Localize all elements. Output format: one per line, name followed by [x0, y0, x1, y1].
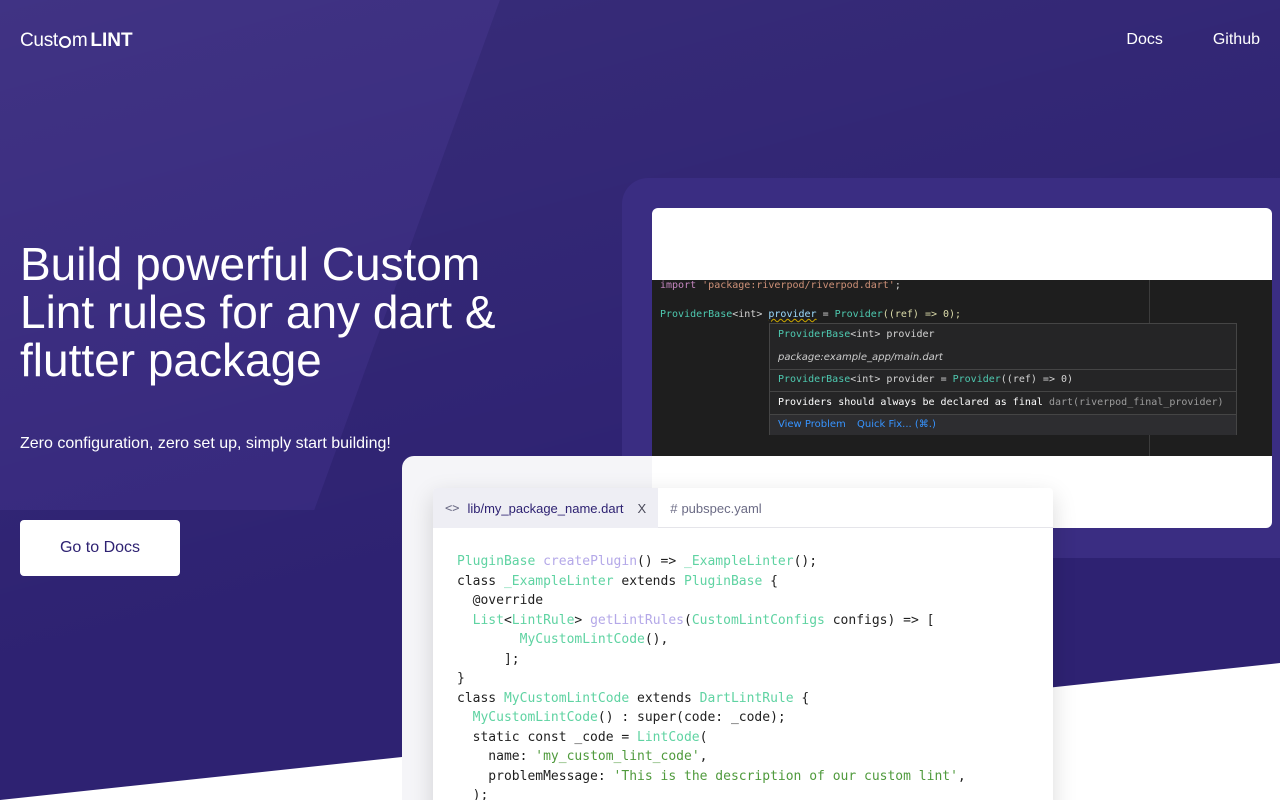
code-line: List<LintRule> getLintRules(CustomLintCo…: [472, 612, 935, 628]
code-line: );: [457, 788, 489, 800]
logo-m-text: m: [71, 30, 88, 51]
ide-screenshot: import 'package:riverpod/riverpod.dart';…: [652, 280, 1272, 456]
code-line: problemMessage: 'This is the description…: [457, 768, 966, 784]
go-to-docs-button[interactable]: Go to Docs: [20, 520, 180, 576]
ide-hover-popup: ProviderBase<int> provider package:examp…: [769, 323, 1237, 435]
nav-docs-link[interactable]: Docs: [1126, 31, 1162, 49]
code-line: MyCustomLintCode() : super(code: _code);: [472, 710, 786, 725]
close-icon[interactable]: X: [638, 501, 647, 516]
tab-label: lib/my_package_name.dart: [467, 500, 624, 516]
top-nav: Docs Github: [1126, 31, 1260, 49]
hover-definition: ProviderBase<int> provider = Provider((r…: [778, 374, 1074, 385]
hero-subtitle: Zero configuration, zero set up, simply …: [20, 435, 391, 452]
code-editor-card: <> lib/my_package_name.dart X # pubspec.…: [433, 488, 1053, 800]
logo[interactable]: Cust m LINT: [20, 30, 133, 52]
hover-divider: [770, 391, 1236, 392]
editor-tabs: <> lib/my_package_name.dart X # pubspec.…: [433, 488, 1053, 528]
hover-actions: View Problem Quick Fix... (⌘.): [770, 414, 1236, 435]
code-line: static const _code = LintCode(: [457, 729, 708, 745]
view-problem-link[interactable]: View Problem: [778, 419, 846, 430]
code-line: }: [457, 671, 465, 686]
code-line: class _ExampleLinter extends PluginBase …: [457, 573, 778, 589]
ide-declaration-line: ProviderBase<int> provider = Provider((r…: [660, 309, 962, 320]
logo-custom-text: Cust: [20, 30, 58, 51]
hover-lint-message: Providers should always be declared as f…: [778, 397, 1224, 408]
tab-label: pubspec.yaml: [681, 500, 762, 516]
nav-github-link[interactable]: Github: [1213, 31, 1260, 49]
code-icon: <>: [445, 501, 460, 515]
hero-title: Build powerful Custom Lint rules for any…: [20, 238, 496, 386]
code-line: PluginBase createPlugin() => _ExampleLin…: [457, 554, 818, 569]
logo-o-icon: [58, 36, 71, 48]
code-line: @override: [457, 593, 544, 608]
code-line: class MyCustomLintCode extends DartLintR…: [457, 690, 810, 706]
code-line: ];: [457, 651, 520, 667]
logo-lint-text: LINT: [90, 30, 133, 51]
hash-icon: #: [670, 500, 678, 516]
quick-fix-link[interactable]: Quick Fix... (⌘.): [857, 419, 936, 430]
ide-import-line: import 'package:riverpod/riverpod.dart';: [660, 280, 901, 291]
hover-location: package:example_app/main.dart: [778, 352, 943, 363]
hover-signature: ProviderBase<int> provider: [778, 329, 935, 340]
hover-divider: [770, 369, 1236, 370]
code-line: MyCustomLintCode(),: [519, 632, 669, 647]
code-block: PluginBase createPlugin() => _ExampleLin…: [457, 552, 966, 800]
ide-screenshot-card: import 'package:riverpod/riverpod.dart';…: [652, 208, 1272, 528]
tab-my-package-name-dart[interactable]: <> lib/my_package_name.dart X: [433, 488, 659, 528]
code-line: name: 'my_custom_lint_code',: [457, 749, 708, 764]
tab-pubspec-yaml[interactable]: # pubspec.yaml: [658, 488, 773, 528]
